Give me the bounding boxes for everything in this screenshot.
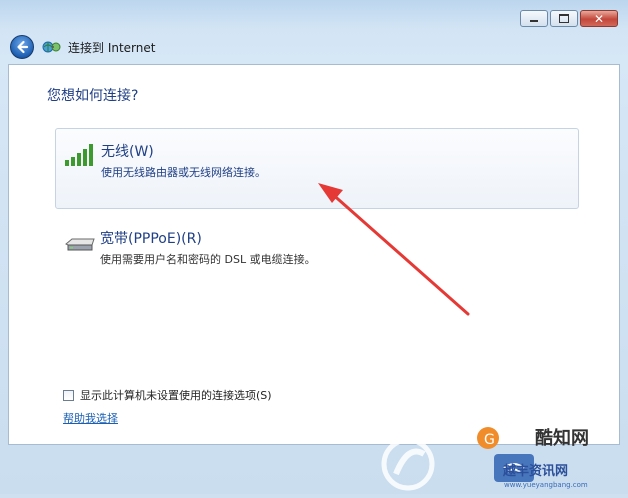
watermark-url-text: www.yueyangbang.com — [504, 481, 588, 489]
show-unconfigured-options-row: 显示此计算机未设置使用的连接选项(S) — [63, 387, 272, 403]
window-title: 连接到 Internet — [68, 40, 156, 55]
option-wireless[interactable]: 无线(W) 使用无线路由器或无线网络连接。 — [55, 128, 579, 209]
maximize-button[interactable] — [550, 10, 578, 27]
minimize-button[interactable] — [520, 10, 548, 27]
show-unconfigured-options-checkbox[interactable] — [63, 389, 74, 401]
help-me-choose-link[interactable]: 帮助我选择 — [63, 410, 118, 426]
option-broadband-description: 使用需要用户名和密码的 DSL 或电缆连接。 — [100, 253, 316, 266]
option-broadband-pppoe[interactable]: 宽带(PPPoE)(R) 使用需要用户名和密码的 DSL 或电缆连接。 — [55, 218, 579, 278]
window-controls: ✕ — [520, 10, 618, 27]
option-wireless-description: 使用无线路由器或无线网络连接。 — [101, 166, 266, 179]
navigation-bar: 连接到 Internet — [10, 34, 155, 60]
watermark-logo-text: 酷知网 — [535, 428, 589, 449]
wizard-content: 您想如何连接? 无线(W) 使用无线路由器或无线网络连接。 宽带(PPPoE)(… — [8, 64, 620, 445]
svg-text:G: G — [484, 432, 495, 448]
option-wireless-title: 无线(W) — [101, 144, 154, 160]
minimize-icon — [530, 20, 538, 22]
show-unconfigured-options-label[interactable]: 显示此计算机未设置使用的连接选项(S) — [80, 387, 272, 403]
close-button[interactable]: ✕ — [580, 10, 618, 27]
window-frame: ✕ 连接到 Internet 您想如何连接? 无线(W) 使用无线路由器或无线网… — [0, 0, 628, 494]
watermark-site-text: 越丰资讯网 — [503, 464, 569, 479]
option-broadband-title: 宽带(PPPoE)(R) — [100, 231, 202, 247]
close-icon: ✕ — [593, 11, 605, 26]
watermark: G — [378, 424, 628, 494]
page-heading: 您想如何连接? — [47, 88, 139, 104]
maximize-icon — [559, 14, 569, 23]
watermark-logo-icon: G — [381, 427, 534, 491]
broadband-modem-icon — [63, 232, 97, 256]
back-arrow-icon — [17, 40, 29, 54]
network-connection-icon — [42, 39, 62, 55]
wireless-signal-icon — [64, 143, 98, 167]
back-button[interactable] — [10, 35, 34, 59]
